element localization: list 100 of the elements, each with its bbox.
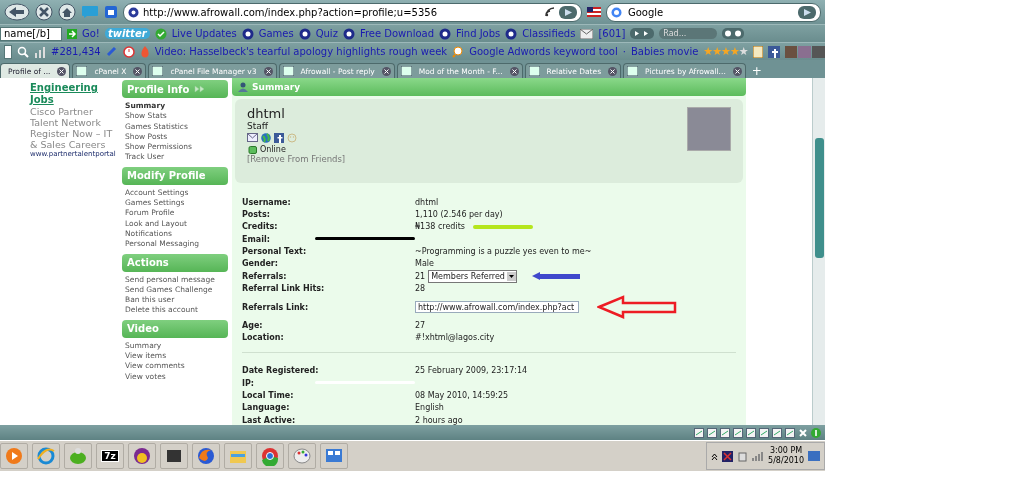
close-icon[interactable] [133,66,143,76]
close-icon[interactable] [381,66,391,76]
bookmark-icon[interactable] [104,5,118,19]
field-label: Date Registered: [242,366,320,376]
site-icon [241,27,254,40]
field-value: Male [415,259,434,269]
tray-app-icon[interactable] [722,450,734,462]
field-label: Referrals Link: [242,302,310,312]
referral-link-field[interactable]: http://www.afrowall.com/index.php?act [415,301,579,314]
go-icon[interactable] [798,5,816,19]
note-icon[interactable] [772,427,782,438]
radio-selector[interactable]: Rad... [659,28,718,39]
scrollbar-thumb[interactable] [814,138,824,258]
pen-icon[interactable] [707,427,717,438]
toolbar-link[interactable]: Babies movie [630,46,699,57]
field-label: Posts: [242,209,271,219]
scrollbar[interactable] [812,78,825,425]
chrome-taskbar-button[interactable] [256,443,284,469]
close-icon[interactable] [509,66,519,76]
yahoo-messenger-icon [132,446,152,466]
text-field[interactable]: name[/b] [0,26,62,41]
facebook-icon[interactable] [767,45,780,58]
field-value: #!xhtml@lagos.city [415,333,495,342]
timer-icon[interactable] [122,45,135,58]
page-icon[interactable] [694,427,704,438]
search-tool-icon[interactable] [452,45,465,58]
palette-taskbar-button[interactable] [288,443,316,469]
field-value: ₦138 credits [415,222,465,232]
section-title: Profile Info [127,83,190,95]
member-group: Staff [247,121,346,131]
section-title: Video [127,323,159,335]
text-field[interactable] [4,44,12,59]
close-icon[interactable] [57,66,67,76]
window-taskbar-button[interactable] [160,443,188,469]
envelope-icon[interactable] [247,133,258,142]
flag-icon [587,7,601,17]
toolbar-link[interactable]: Free Download [359,28,434,39]
archiver-taskbar-icon[interactable]: 7z [101,450,119,462]
mail-count[interactable]: [601] [598,28,626,39]
rss-icon[interactable] [545,7,555,17]
mail-icon [580,28,594,39]
field-label: Referral Link Hits: [242,284,326,294]
network-icon[interactable] [720,427,730,438]
yahoo-messenger-taskbar-button[interactable] [128,443,156,469]
address-bar[interactable]: http://www.afrowall.com/index.php?action=profile;u=5356 [123,2,582,22]
page-icon [400,66,412,76]
refresh-icon[interactable] [759,427,769,438]
toolbar-link[interactable]: Find Jobs [456,28,501,39]
toolbar-link[interactable]: Google Adwords keyword tool [469,46,618,57]
remove-friend-link[interactable]: [Remove From Friends] [247,154,346,164]
info-icon[interactable] [811,427,821,438]
go-icon[interactable] [559,5,577,19]
internet-explorer-icon [36,446,56,466]
stop-icon[interactable] [35,3,53,21]
rank-count[interactable]: #281,434 [51,46,101,57]
media-player-icon [4,446,24,466]
firefox-taskbar-button[interactable] [192,443,220,469]
field-label: Email: [242,234,271,244]
close-icon[interactable] [732,66,742,76]
control-panel-taskbar-button[interactable] [320,443,348,469]
search-box[interactable]: Google [606,2,821,22]
go-link[interactable]: Go! [82,28,100,39]
play-icon[interactable] [630,28,655,39]
field-value: dhtml [415,197,439,207]
toolbar-link[interactable]: Classifieds [522,28,576,39]
field-label: Personal Text: [242,246,308,256]
close-icon[interactable] [263,66,273,76]
site-icon [505,27,518,40]
ad-title-link[interactable]: Engineering Jobs [30,82,122,106]
news-headline-link[interactable]: Video: Hasselbeck's tearful apology highlights rough week [154,46,448,57]
field-value: English [415,403,444,413]
chevron-up-icon[interactable] [711,452,719,460]
home-icon[interactable] [58,3,76,21]
facebook-icon[interactable] [274,133,284,143]
page-icon [282,66,294,76]
disk-icon[interactable] [733,427,743,438]
chart-icon[interactable] [785,427,795,438]
toolbar-link[interactable]: Live Updates [171,28,237,39]
field-label: Gender: [242,259,279,269]
check-icon [154,27,167,40]
globe-icon[interactable] [261,133,271,143]
back-icon[interactable] [4,2,30,22]
tools-icon[interactable] [798,427,808,438]
photo-placeholder [687,107,731,151]
book-icon[interactable] [752,45,763,58]
field-label: Location: [242,333,285,342]
printer-icon[interactable] [746,427,756,438]
field-label: Username: [242,197,292,207]
site-icon [298,27,311,40]
close-icon[interactable] [608,66,618,76]
media-player-taskbar-button[interactable] [0,443,28,469]
search-icon[interactable] [17,45,29,58]
volume-icon[interactable] [722,28,745,39]
field-value: 1,110 (2.546 per day) [415,209,503,219]
referrals-dropdown[interactable]: Members Referred [428,269,517,283]
toolbar-link[interactable]: Games [258,28,294,39]
page-icon [76,66,88,76]
chrome-icon [260,446,280,466]
toolbar-link[interactable]: Quiz [315,28,338,39]
field-value: ~Programming is a puzzle yes even to me~ [415,246,592,256]
